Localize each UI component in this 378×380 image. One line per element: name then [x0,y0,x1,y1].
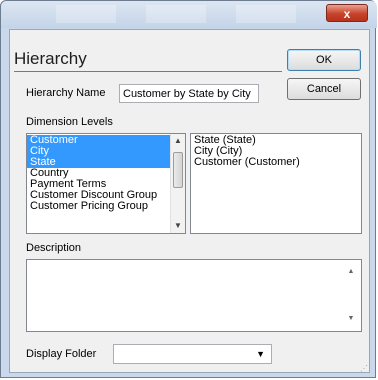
scroll-thumb[interactable] [173,152,183,188]
hierarchy-name-input[interactable]: Customer by State by City [119,84,259,103]
description-textarea[interactable]: ▲ ▼ [26,259,362,332]
dimension-levels-label: Dimension Levels [26,116,113,128]
list-item[interactable]: Customer [27,135,185,146]
selected-levels-list[interactable]: State (State) City (City) Customer (Cust… [190,133,362,234]
scroll-down-icon[interactable]: ▼ [345,313,357,325]
display-folder-select[interactable]: ▼ [113,344,272,364]
list-item[interactable]: Customer Pricing Group [27,201,185,212]
scroll-up-icon[interactable]: ▲ [345,266,357,278]
hierarchy-name-label: Hierarchy Name [26,87,106,99]
dialog-title: Hierarchy [14,49,87,68]
display-folder-label: Display Folder [26,348,97,360]
close-icon: x [343,7,351,21]
available-levels-scrollbar[interactable]: ▲ ▼ [170,134,185,233]
title-divider [14,71,282,72]
close-button[interactable]: x [326,4,368,22]
scroll-down-icon[interactable]: ▼ [171,219,185,233]
list-item[interactable]: Customer (Customer) [191,157,361,168]
description-label: Description [26,242,82,254]
chevron-down-icon[interactable]: ▼ [256,349,265,359]
resize-grip-icon[interactable]: ⋰ [360,364,368,373]
scroll-up-icon[interactable]: ▲ [171,134,185,148]
cancel-button[interactable]: Cancel [287,78,361,100]
available-levels-list[interactable]: Customer City State Country Payment Term… [26,133,186,234]
title-bar[interactable]: x [1,1,377,28]
ok-button[interactable]: OK [287,49,361,71]
hierarchy-name-value: Customer by State by City [123,88,251,100]
